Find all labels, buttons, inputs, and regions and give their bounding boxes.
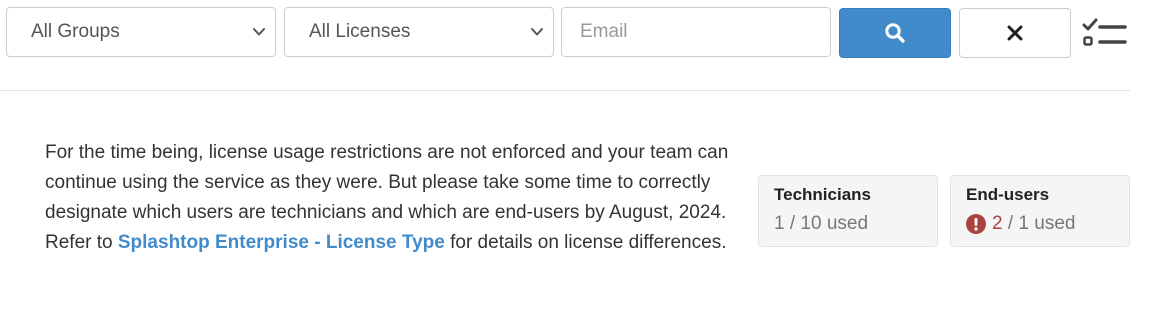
license-type-link[interactable]: Splashtop Enterprise - License Type [118,232,445,253]
license-select[interactable]: All Licenses [284,7,554,57]
technicians-license-card: Technicians 1 / 10 used [758,175,938,247]
total-count: 10 [800,213,822,234]
exclamation-circle-icon [966,214,986,234]
search-button[interactable] [839,8,951,58]
card-title: Technicians [774,185,871,204]
used-count: 1 [774,213,785,234]
chevron-down-icon [253,28,265,36]
email-input[interactable] [561,7,831,57]
toolbar-divider [0,90,1130,91]
license-usage: 1 / 10 used [774,212,937,236]
usage-suffix: used [1029,213,1076,234]
clear-button[interactable] [959,8,1071,58]
end-users-license-card: End-users 2 / 1 used [950,175,1130,247]
usage-separator: / [1002,213,1019,234]
card-title: End-users [966,185,1050,204]
license-select-value: All Licenses [309,21,411,42]
usage-separator: / [784,213,801,234]
close-icon [1007,25,1023,41]
filter-toolbar: All Groups All Licenses [0,0,1156,70]
used-count: 2 [992,213,1003,234]
total-count: 1 [1018,213,1029,234]
chevron-down-icon [531,28,543,36]
group-select[interactable]: All Groups [6,7,276,57]
usage-suffix: used [821,213,869,234]
license-usage: 2 / 1 used [966,212,1129,236]
notice-text-end: for details on license differences. [444,232,727,253]
checklist-icon[interactable] [1080,15,1128,51]
group-select-value: All Groups [31,21,120,42]
license-notice: For the time being, license usage restri… [45,138,745,258]
search-icon [885,23,905,43]
